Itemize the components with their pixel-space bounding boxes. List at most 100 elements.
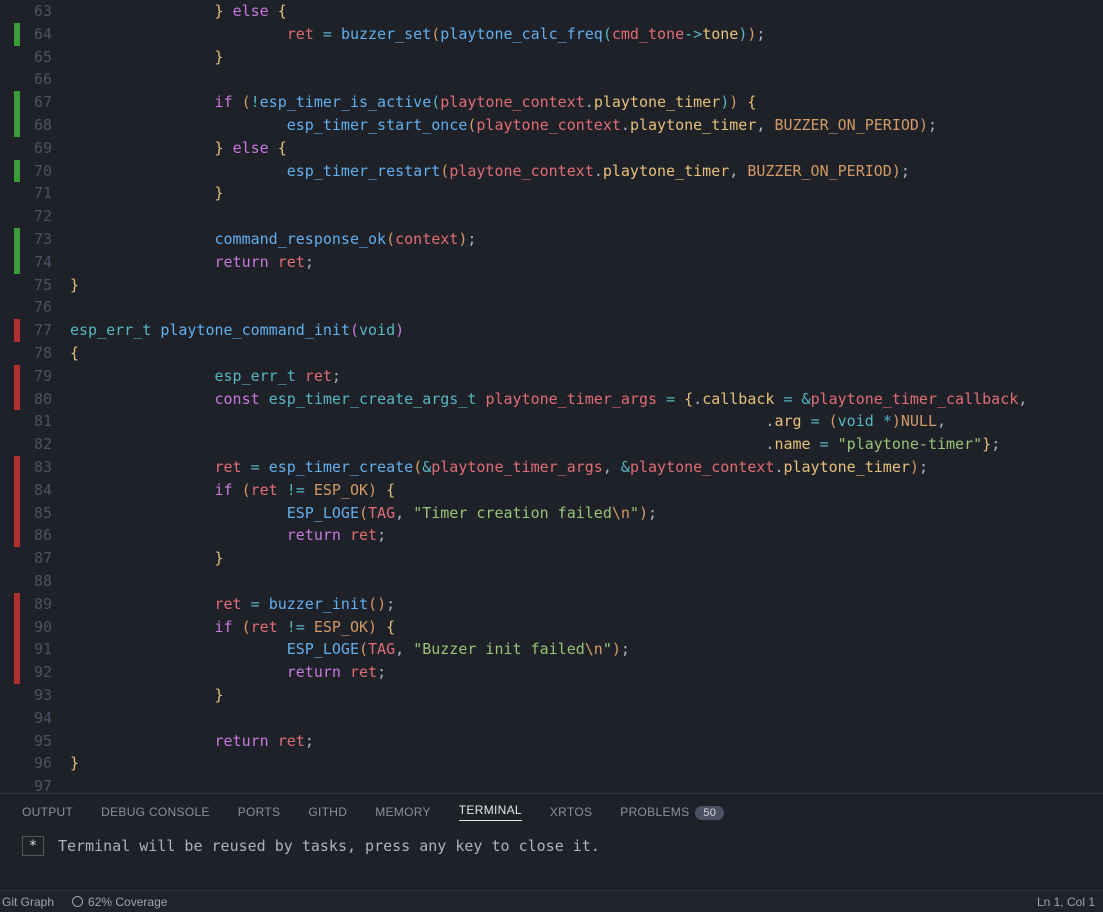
code-line[interactable]: 89 ret = buzzer_init(); (0, 593, 1103, 616)
code-line[interactable]: 65 } (0, 46, 1103, 69)
code-content[interactable]: ESP_LOGE(TAG, "Buzzer init failed\n"); (70, 638, 1103, 661)
terminal-body[interactable]: * Terminal will be reused by tasks, pres… (0, 830, 1103, 862)
code-content[interactable]: .name = "playtone-timer"}; (70, 433, 1103, 456)
code-content[interactable]: } else { (70, 137, 1103, 160)
panel-tab-xrtos[interactable]: XRTOS (550, 805, 592, 819)
code-line[interactable]: 72 (0, 205, 1103, 228)
code-line[interactable]: 75} (0, 274, 1103, 297)
code-line[interactable]: 96} (0, 752, 1103, 775)
code-content[interactable]: } (70, 274, 1103, 297)
code-editor[interactable]: 63 } else {64 ret = buzzer_set(playtone_… (0, 0, 1103, 793)
code-line[interactable]: 73 command_response_ok(context); (0, 228, 1103, 251)
status-coverage[interactable]: 62% Coverage (72, 895, 167, 909)
code-content[interactable] (70, 205, 1103, 228)
code-content[interactable]: return ret; (70, 661, 1103, 684)
code-content[interactable]: ESP_LOGE(TAG, "Timer creation failed\n")… (70, 502, 1103, 525)
code-line[interactable]: 77esp_err_t playtone_command_init(void) (0, 319, 1103, 342)
line-number: 76 (20, 296, 70, 319)
panel-tab-output[interactable]: OUTPUT (22, 805, 73, 819)
line-number: 94 (20, 707, 70, 730)
code-line[interactable]: 82 .name = "playtone-timer"}; (0, 433, 1103, 456)
code-content[interactable]: esp_err_t ret; (70, 365, 1103, 388)
code-content[interactable] (70, 570, 1103, 593)
code-line[interactable]: 88 (0, 570, 1103, 593)
line-number: 80 (20, 388, 70, 411)
code-content[interactable]: } (70, 547, 1103, 570)
code-line[interactable]: 94 (0, 707, 1103, 730)
gutter-diff-mark (0, 274, 20, 297)
code-line[interactable]: 90 if (ret != ESP_OK) { (0, 616, 1103, 639)
code-content[interactable]: ret = buzzer_init(); (70, 593, 1103, 616)
panel-tab-problems[interactable]: PROBLEMS50 (620, 805, 724, 819)
gutter-diff-mark (0, 46, 20, 69)
code-content[interactable] (70, 68, 1103, 91)
line-number: 97 (20, 775, 70, 793)
code-content[interactable]: return ret; (70, 524, 1103, 547)
code-content[interactable]: command_response_ok(context); (70, 228, 1103, 251)
line-number: 64 (20, 23, 70, 46)
code-line[interactable]: 69 } else { (0, 137, 1103, 160)
line-number: 74 (20, 251, 70, 274)
code-line[interactable]: 93 } (0, 684, 1103, 707)
panel-tab-ports[interactable]: PORTS (238, 805, 281, 819)
code-content[interactable]: esp_err_t playtone_command_init(void) (70, 319, 1103, 342)
panel-tab-memory[interactable]: MEMORY (375, 805, 431, 819)
code-content[interactable] (70, 296, 1103, 319)
panel-tab-terminal[interactable]: TERMINAL (459, 803, 522, 821)
code-line[interactable]: 66 (0, 68, 1103, 91)
code-content[interactable]: const esp_timer_create_args_t playtone_t… (70, 388, 1103, 411)
code-line[interactable]: 83 ret = esp_timer_create(&playtone_time… (0, 456, 1103, 479)
status-cursor-position[interactable]: Ln 1, Col 1 (1037, 895, 1095, 909)
line-number: 84 (20, 479, 70, 502)
code-content[interactable]: return ret; (70, 730, 1103, 753)
gutter-diff-mark (0, 0, 20, 23)
bottom-panel: OUTPUT DEBUG CONSOLE PORTS GITHD MEMORY TERMI… (0, 793, 1103, 890)
panel-tab-debug-console[interactable]: DEBUG CONSOLE (101, 805, 210, 819)
line-number: 71 (20, 182, 70, 205)
code-line[interactable]: 91 ESP_LOGE(TAG, "Buzzer init failed\n")… (0, 638, 1103, 661)
code-content[interactable]: esp_timer_start_once(playtone_context.pl… (70, 114, 1103, 137)
line-number: 86 (20, 524, 70, 547)
code-content[interactable]: } (70, 46, 1103, 69)
code-content[interactable]: } else { (70, 0, 1103, 23)
code-line[interactable]: 81 .arg = (void *)NULL, (0, 410, 1103, 433)
code-content[interactable]: esp_timer_restart(playtone_context.playt… (70, 160, 1103, 183)
code-line[interactable]: 63 } else { (0, 0, 1103, 23)
code-line[interactable]: 68 esp_timer_start_once(playtone_context… (0, 114, 1103, 137)
code-line[interactable]: 67 if (!esp_timer_is_active(playtone_con… (0, 91, 1103, 114)
line-number: 90 (20, 616, 70, 639)
code-content[interactable]: { (70, 342, 1103, 365)
code-content[interactable]: if (ret != ESP_OK) { (70, 616, 1103, 639)
code-line[interactable]: 64 ret = buzzer_set(playtone_calc_freq(c… (0, 23, 1103, 46)
code-content[interactable] (70, 775, 1103, 793)
code-content[interactable]: ret = esp_timer_create(&playtone_timer_a… (70, 456, 1103, 479)
code-line[interactable]: 71 } (0, 182, 1103, 205)
code-content[interactable]: ret = buzzer_set(playtone_calc_freq(cmd_… (70, 23, 1103, 46)
line-number: 81 (20, 410, 70, 433)
code-content[interactable]: if (!esp_timer_is_active(playtone_contex… (70, 91, 1103, 114)
code-line[interactable]: 70 esp_timer_restart(playtone_context.pl… (0, 160, 1103, 183)
code-line[interactable]: 92 return ret; (0, 661, 1103, 684)
code-content[interactable] (70, 707, 1103, 730)
code-content[interactable]: return ret; (70, 251, 1103, 274)
code-line[interactable]: 76 (0, 296, 1103, 319)
status-git-graph[interactable]: Git Graph (2, 895, 54, 909)
code-content[interactable]: } (70, 182, 1103, 205)
code-content[interactable]: .arg = (void *)NULL, (70, 410, 1103, 433)
code-line[interactable]: 85 ESP_LOGE(TAG, "Timer creation failed\… (0, 502, 1103, 525)
code-line[interactable]: 97 (0, 775, 1103, 793)
code-line[interactable]: 84 if (ret != ESP_OK) { (0, 479, 1103, 502)
code-line[interactable]: 95 return ret; (0, 730, 1103, 753)
code-line[interactable]: 79 esp_err_t ret; (0, 365, 1103, 388)
code-content[interactable]: if (ret != ESP_OK) { (70, 479, 1103, 502)
code-line[interactable]: 87 } (0, 547, 1103, 570)
code-content[interactable]: } (70, 752, 1103, 775)
code-content[interactable]: } (70, 684, 1103, 707)
code-line[interactable]: 80 const esp_timer_create_args_t playton… (0, 388, 1103, 411)
terminal-marker-icon: * (22, 836, 44, 856)
code-line[interactable]: 86 return ret; (0, 524, 1103, 547)
gutter-diff-mark (0, 342, 20, 365)
code-line[interactable]: 74 return ret; (0, 251, 1103, 274)
panel-tab-githd[interactable]: GITHD (308, 805, 347, 819)
code-line[interactable]: 78{ (0, 342, 1103, 365)
